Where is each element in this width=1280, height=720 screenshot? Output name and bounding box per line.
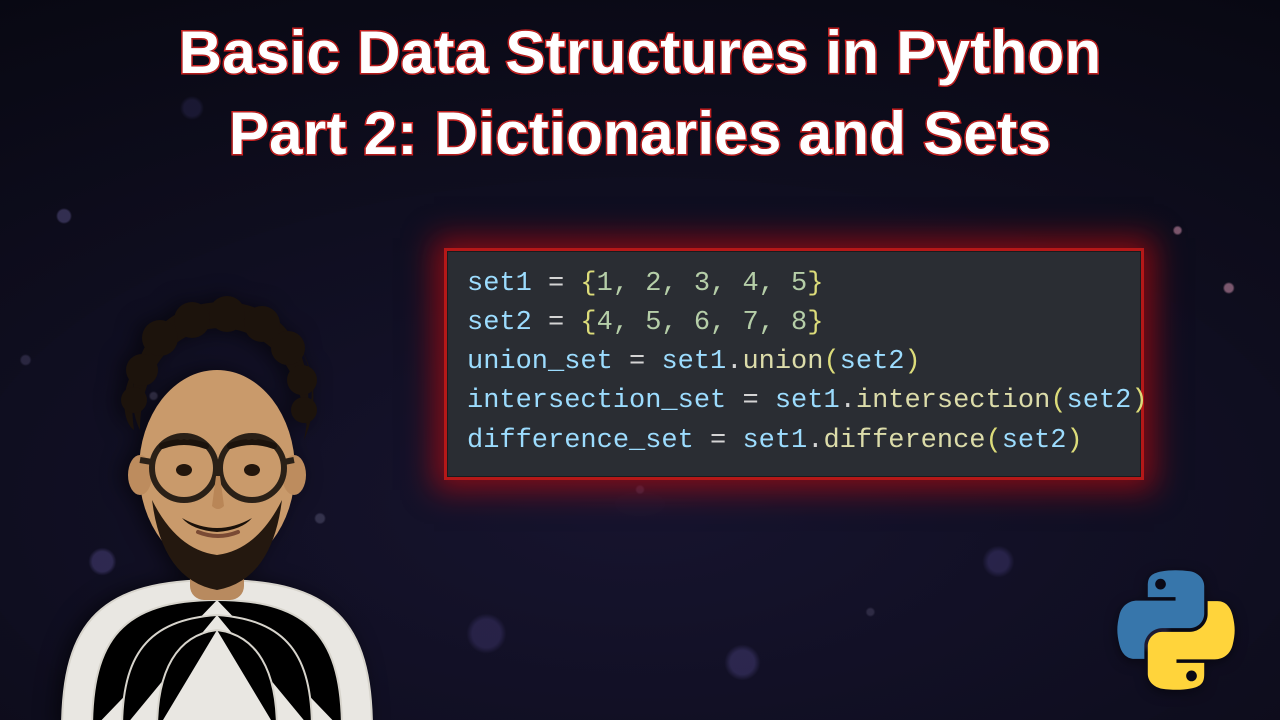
title-line-2: Part 2: Dictionaries and Sets (0, 93, 1280, 174)
code-line-2: set2 = {4, 5, 6, 7, 8} (467, 308, 823, 338)
title-line-1: Basic Data Structures in Python (0, 12, 1280, 93)
presenter-photo (22, 280, 412, 720)
code-line-4: intersection_set = set1.intersection(set… (467, 386, 1148, 416)
thumbnail-title: Basic Data Structures in Python Part 2: … (0, 12, 1280, 174)
code-snippet-box: set1 = {1, 2, 3, 4, 5} set2 = {4, 5, 6, … (444, 248, 1144, 480)
code-line-1: set1 = {1, 2, 3, 4, 5} (467, 269, 823, 299)
python-logo-icon (1116, 570, 1236, 690)
code-line-3: union_set = set1.union(set2) (467, 347, 921, 377)
code-line-5: difference_set = set1.difference(set2) (467, 426, 1083, 456)
